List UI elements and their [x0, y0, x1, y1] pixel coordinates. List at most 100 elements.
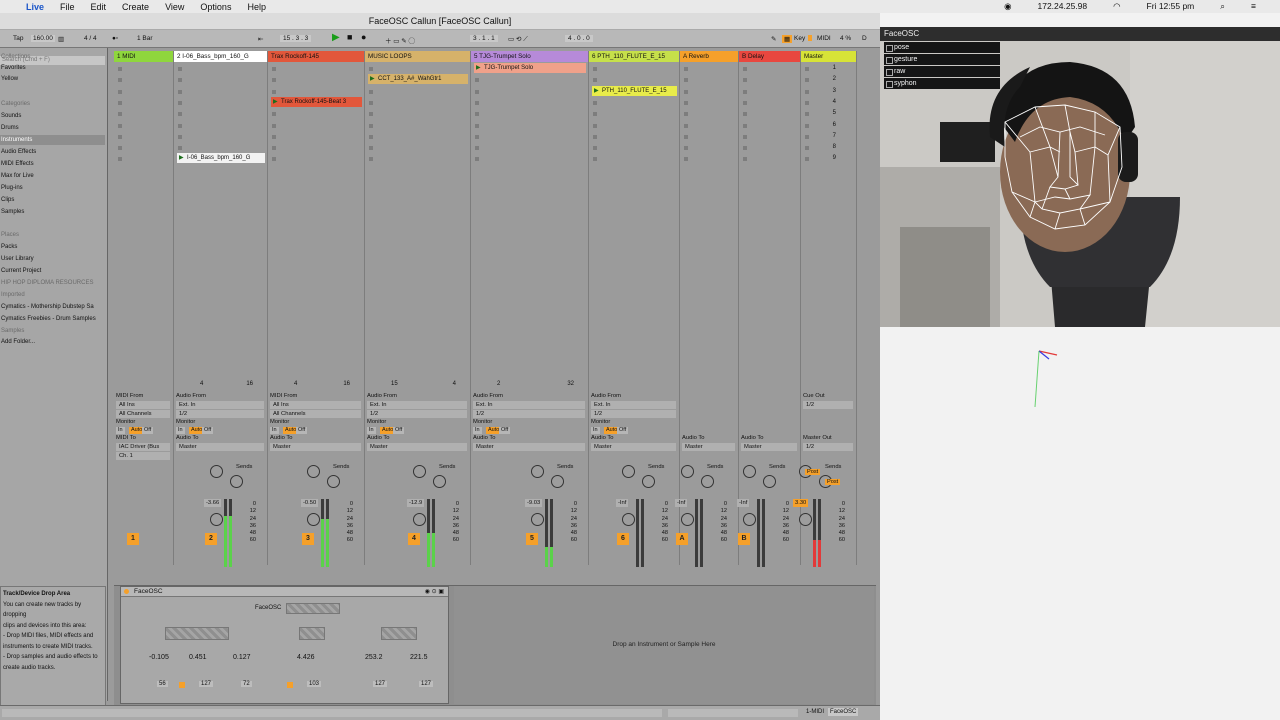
io-channel-select[interactable]: All Channels — [270, 410, 361, 418]
clip-slot-stop-button[interactable] — [475, 112, 479, 117]
send-a-knob[interactable] — [307, 465, 320, 478]
send-b-knob[interactable] — [327, 475, 340, 488]
clip-slot-stop-button[interactable] — [178, 78, 182, 83]
param-number[interactable]: 56 — [157, 681, 168, 687]
io-to-select[interactable]: Master — [270, 443, 361, 451]
menu-options[interactable]: Options — [200, 2, 231, 12]
monitor-off-button[interactable]: Off — [499, 427, 511, 434]
faceosc-toggle-raw[interactable]: raw — [884, 66, 1000, 77]
scene-launch[interactable]: 5 — [833, 110, 836, 116]
io-channel-select[interactable]: 1/2 — [367, 410, 467, 418]
session-record-icon[interactable]: ＋ ▭ ✎ ◯ — [385, 35, 415, 45]
clip-slot-stop-button[interactable] — [684, 134, 688, 139]
play-icon[interactable]: ▶ — [332, 32, 340, 43]
macro-slider[interactable] — [165, 627, 229, 640]
io-channel-select[interactable]: 1/2 — [591, 410, 676, 418]
io-from-select[interactable]: All Ins — [270, 401, 361, 409]
browser-item[interactable]: Packs — [0, 242, 105, 252]
clip-slot-stop-button[interactable] — [684, 157, 688, 162]
clip-slot-stop-button[interactable] — [178, 123, 182, 128]
metronome-icon[interactable]: ▥ — [58, 35, 64, 43]
menu-create[interactable]: Create — [122, 2, 149, 12]
browser-item[interactable]: Yellow — [0, 74, 105, 84]
loop-icon[interactable]: ▭ ⟲ ⟋ — [508, 35, 528, 44]
clip-slot-stop-button[interactable] — [684, 78, 688, 83]
param-value[interactable]: 221.5 — [410, 654, 428, 661]
monitor-in-button[interactable]: In — [591, 427, 600, 434]
io-from-select[interactable]: Ext. In — [367, 401, 467, 409]
track-header[interactable]: 2 I-06_Bass_bpm_160_G — [174, 51, 267, 62]
clip-slot-stop-button[interactable] — [743, 134, 747, 139]
browser-item[interactable]: Add Folder... — [0, 337, 105, 347]
clip-slot-stop-button[interactable] — [178, 89, 182, 94]
param-toggle[interactable] — [287, 682, 293, 688]
clip[interactable]: CCT_133_A#_WahGtr1 — [368, 74, 468, 85]
macro-slider[interactable] — [299, 627, 325, 640]
song-position[interactable]: 15 . 3 . 3 — [280, 35, 312, 42]
clip-slot-stop-button[interactable] — [118, 134, 122, 139]
send-a-knob[interactable] — [622, 465, 635, 478]
scene-launch[interactable]: 2 — [833, 76, 836, 82]
monitor-off-button[interactable]: Off — [393, 427, 405, 434]
clip-slot-stop-button[interactable] — [118, 89, 122, 94]
volume-value[interactable]: -3.66 — [204, 499, 222, 507]
browser-item[interactable]: Max for Live — [0, 171, 105, 181]
key-map-button[interactable]: Key — [794, 35, 805, 42]
send-b-knob[interactable] — [701, 475, 714, 488]
clip-slot-stop-button[interactable] — [743, 67, 747, 71]
clip-slot-stop-button[interactable] — [369, 67, 373, 71]
io-to-select[interactable]: Master — [682, 443, 735, 451]
param-value[interactable]: 253.2 — [365, 654, 383, 661]
clock[interactable]: Fri 12:55 pm — [1147, 1, 1195, 12]
stop-icon[interactable]: ■ — [347, 32, 352, 42]
track-header[interactable]: Trax Rockoff-145 — [268, 51, 364, 62]
overdub-icon[interactable]: ●▫ — [112, 35, 118, 42]
pan-knob[interactable] — [743, 513, 756, 526]
clip-slot-stop-button[interactable] — [805, 123, 809, 128]
menu-edit[interactable]: Edit — [91, 2, 107, 12]
device-window-icons[interactable]: ◉ ⊙ ▣ — [425, 588, 444, 595]
clip-slot-stop-button[interactable] — [118, 157, 122, 162]
param-value[interactable]: 0.451 — [189, 654, 207, 661]
clip-slot-stop-button[interactable] — [743, 157, 747, 162]
clip-slot-stop-button[interactable] — [805, 100, 809, 105]
track-header[interactable]: 5 TJG-Trumpet Solo — [471, 51, 588, 62]
clip-slot-stop-button[interactable] — [369, 89, 373, 94]
record-status-icon[interactable]: ◉ — [1004, 1, 1011, 12]
clip-slot-stop-button[interactable] — [178, 112, 182, 117]
browser-item[interactable]: Samples — [0, 207, 105, 217]
io-from-select[interactable]: Ext. In — [591, 401, 676, 409]
clip-slot-stop-button[interactable] — [684, 123, 688, 128]
clip-slot-stop-button[interactable] — [593, 123, 597, 128]
monitor-in-button[interactable]: In — [176, 427, 185, 434]
volume-value[interactable]: -Inf — [616, 499, 629, 507]
clip-slot-stop-button[interactable] — [272, 67, 276, 71]
monitor-off-button[interactable]: Off — [617, 427, 629, 434]
clip-slot-stop-button[interactable] — [743, 89, 747, 94]
tempo-field[interactable]: 160.00 — [31, 35, 55, 42]
param-value[interactable]: -0.105 — [149, 654, 169, 661]
clip[interactable]: TJG-Trumpet Solo — [474, 63, 586, 73]
send-a-knob[interactable] — [413, 465, 426, 478]
monitor-off-button[interactable]: Off — [142, 427, 154, 434]
track-activator[interactable]: B — [738, 533, 750, 545]
pan-knob[interactable] — [622, 513, 635, 526]
browser-item[interactable]: User Library — [0, 254, 105, 264]
clip-slot-stop-button[interactable] — [684, 146, 688, 151]
clip-slot-stop-button[interactable] — [118, 112, 122, 117]
track-header[interactable]: 6 PTH_110_FLUTE_E_15 — [589, 51, 679, 62]
clip-slot-stop-button[interactable] — [118, 123, 122, 128]
param-value[interactable]: 0.127 — [233, 654, 251, 661]
scene-launch[interactable]: 3 — [833, 88, 836, 94]
clip-slot-stop-button[interactable] — [272, 112, 276, 117]
browser-item[interactable]: Cymatics Freebies - Drum Samples — [0, 314, 105, 324]
loop-length[interactable]: 4 . 0 . 0 — [565, 35, 593, 42]
loop-start[interactable]: 3 . 1 . 1 — [470, 35, 498, 42]
device-header-control[interactable] — [286, 603, 340, 614]
spotlight-icon[interactable]: ⌕ — [1220, 1, 1225, 12]
scene-launch[interactable]: 1 — [833, 65, 836, 71]
post-a-button[interactable]: Post — [805, 469, 821, 475]
clip-slot-stop-button[interactable] — [369, 146, 373, 151]
clip-slot-stop-button[interactable] — [743, 123, 747, 128]
clip-slot-stop-button[interactable] — [593, 157, 597, 162]
